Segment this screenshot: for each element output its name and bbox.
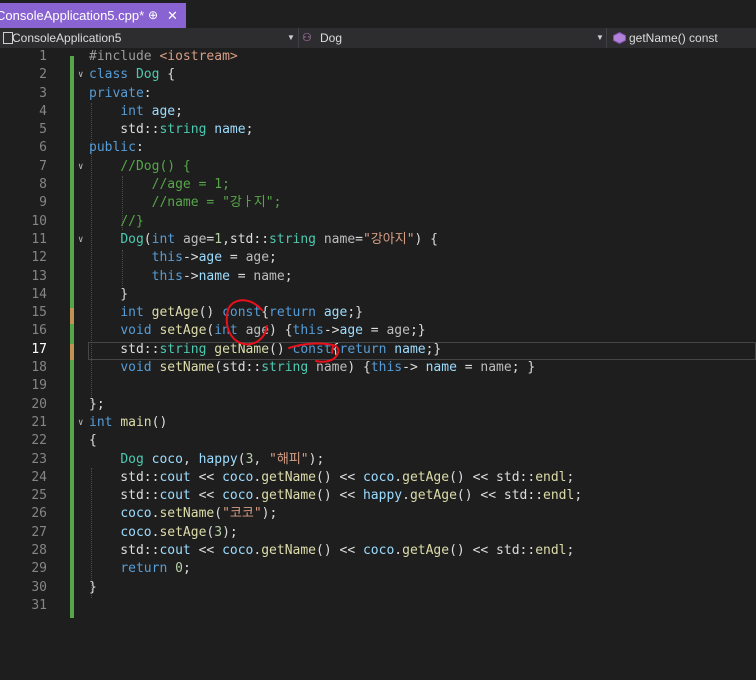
member-label: getName() const — [629, 31, 718, 45]
project-label: ConsoleApplication5 — [12, 31, 122, 45]
pin-icon[interactable]: ⊕ — [148, 3, 158, 28]
chevron-down-icon[interactable]: ▼ — [287, 28, 295, 48]
navigation-bar: ConsoleApplication5 ▼ ⚇ Dog ▼ getName() … — [0, 28, 756, 49]
class-icon: ⚇ — [302, 32, 312, 44]
red-ink-annotations — [225, 299, 340, 363]
tab-title: ConsoleApplication5.cpp* — [0, 8, 145, 23]
navbar-divider — [606, 28, 607, 48]
scope-dropdown[interactable]: ⚇ Dog — [300, 28, 600, 48]
navbar-divider — [298, 28, 299, 48]
chevron-down-icon[interactable]: ▼ — [596, 28, 604, 48]
project-dropdown[interactable]: ConsoleApplication5 — [0, 28, 290, 48]
code-editor[interactable]: 1 #include <iostream> 2 ∨ class Dog {3 privat… — [0, 48, 756, 680]
tab-consoleapplication5-cpp[interactable]: ConsoleApplication5.cpp* ⊕ ✕ — [0, 3, 186, 28]
member-dropdown[interactable]: getName() const — [608, 28, 756, 48]
method-icon — [613, 32, 626, 44]
scope-label: Dog — [320, 31, 343, 45]
close-icon[interactable]: ✕ — [167, 3, 178, 28]
document-tab-strip: ConsoleApplication5.cpp* ⊕ ✕ — [0, 0, 756, 30]
